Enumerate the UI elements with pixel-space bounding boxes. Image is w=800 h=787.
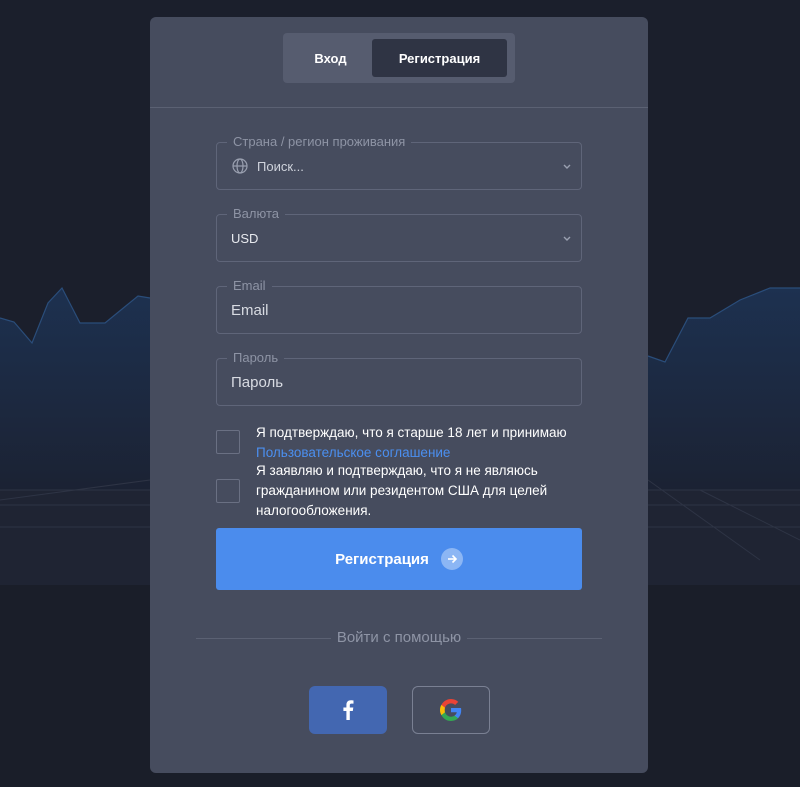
us-declaration-checkbox[interactable]	[216, 479, 240, 503]
age-consent-text: Я подтверждаю, что я старше 18 лет и при…	[256, 423, 586, 463]
country-select[interactable]: Страна / регион проживания Поиск...	[216, 134, 582, 190]
email-input[interactable]	[217, 287, 581, 333]
facebook-icon	[343, 700, 354, 720]
google-login-button[interactable]	[412, 686, 490, 734]
register-submit-label: Регистрация	[335, 550, 429, 568]
password-input[interactable]	[217, 359, 581, 405]
currency-select[interactable]: Валюта USD	[216, 206, 582, 262]
chevron-down-icon	[563, 236, 571, 241]
social-divider: Войти с помощью	[196, 627, 602, 649]
header-divider	[150, 107, 648, 108]
arrow-right-icon	[440, 548, 463, 570]
google-icon	[440, 699, 462, 721]
divider-line-right	[467, 638, 602, 639]
tab-register[interactable]: Регистрация	[372, 39, 507, 77]
user-agreement-link[interactable]: Пользовательское соглашение	[256, 443, 586, 463]
password-field[interactable]: Пароль	[216, 350, 582, 406]
age-consent-checkbox[interactable]	[216, 430, 240, 454]
auth-tabs: Вход Регистрация	[283, 33, 515, 83]
facebook-login-button[interactable]	[309, 686, 387, 734]
tab-login[interactable]: Вход	[289, 39, 372, 77]
country-search-placeholder: Поиск...	[257, 158, 304, 174]
registration-card: Вход Регистрация Страна / регион прожива…	[150, 17, 648, 773]
chevron-down-icon	[563, 164, 571, 169]
age-consent-label: Я подтверждаю, что я старше 18 лет и при…	[256, 425, 567, 440]
currency-value: USD	[231, 230, 259, 246]
email-field[interactable]: Email	[216, 278, 582, 334]
register-submit-button[interactable]: Регистрация	[216, 528, 582, 590]
country-label: Страна / регион проживания	[227, 134, 412, 150]
globe-icon	[232, 158, 248, 174]
us-declaration-text: Я заявляю и подтверждаю, что я не являюс…	[256, 463, 548, 518]
